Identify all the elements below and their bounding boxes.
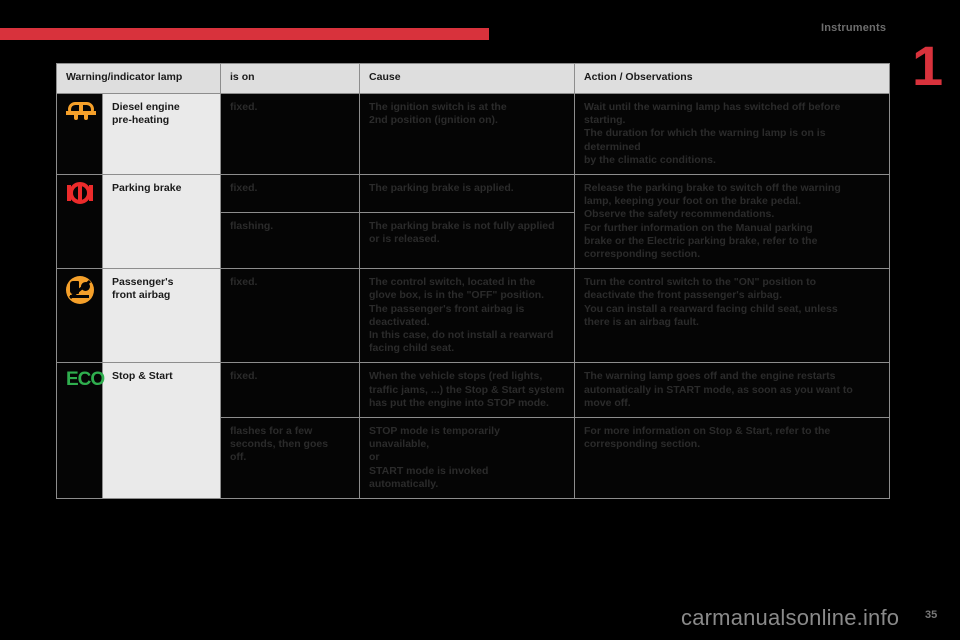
warning-lamps-table: Warning/indicator lamp is on Cause Actio… (55, 63, 891, 500)
chapter-number: 1 (912, 34, 943, 97)
page-number: 35 (925, 609, 938, 621)
is-on-cell: flashing. (220, 212, 361, 270)
section-title: Instruments (821, 22, 887, 34)
cause-cell: The control switch, located in the glove … (359, 268, 576, 364)
cause-cell: The ignition switch is at the 2nd positio… (359, 92, 576, 176)
parking-brake-icon (66, 182, 94, 205)
action-cell: Release the parking brake to switch off … (574, 174, 891, 270)
table-row: Diesel engine pre-heating fixed. The igniti… (56, 92, 891, 176)
lamp-name-cell: Diesel engine pre-heating (101, 92, 222, 176)
table-body: Diesel engine pre-heating fixed. The igniti… (56, 92, 891, 500)
eco-stop-start-icon: ECO (66, 369, 105, 391)
action-cell: Turn the control switch to the "ON" posi… (574, 268, 891, 364)
table-row: Parking brake fixed. The parking brake is … (56, 174, 891, 270)
lamp-icon-cell (56, 174, 103, 270)
column-header-lamp: Warning/indicator lamp (55, 63, 222, 94)
column-header-action: Action / Observations (574, 63, 891, 94)
is-on-cell: fixed. (220, 92, 361, 176)
table-header: Warning/indicator lamp is on Cause Actio… (55, 63, 891, 94)
header-red-rule (0, 28, 489, 40)
table-header-row: Warning/indicator lamp is on Cause Actio… (55, 63, 891, 94)
column-header-cause: Cause (359, 63, 576, 94)
lamp-icon-cell (56, 268, 103, 364)
action-cell: Wait until the warning lamp has switched… (574, 92, 891, 176)
is-on-cell: flashes for a few seconds, then goes off. (220, 417, 361, 500)
lamp-icon-cell (56, 92, 103, 176)
action-cell: For more information on Stop & Start, re… (574, 417, 891, 500)
table-row: ECO Stop & Start fixed. When the vehicle st… (56, 362, 891, 500)
table-row: Passenger's front airbag fixed. The control… (56, 268, 891, 364)
lamp-name-cell: Passenger's front airbag (101, 268, 222, 364)
glow-plug-icon (66, 101, 96, 121)
warning-lamps-table-wrapper: Warning/indicator lamp is on Cause Actio… (55, 63, 891, 500)
site-watermark: carmanualsonline.info (681, 605, 900, 630)
lamp-icon-cell: ECO (56, 362, 105, 500)
is-on-cell: fixed. (220, 268, 361, 364)
is-on-cell: fixed. (220, 174, 361, 214)
cause-cell: STOP mode is temporarily unavailable, or ST… (359, 417, 576, 500)
cause-cell: When the vehicle stops (red lights, traff… (359, 362, 576, 419)
is-on-cell: fixed. (220, 362, 361, 419)
lamp-name-cell: Stop & Start (101, 362, 222, 500)
action-cell: The warning lamp goes off and the engine… (574, 362, 891, 419)
lamp-name-cell: Parking brake (101, 174, 222, 270)
manual-page: Instruments 1 Warning/indicator lamp is … (0, 0, 960, 640)
cause-cell: The parking brake is applied. (359, 174, 576, 214)
passenger-airbag-off-icon (66, 276, 94, 305)
column-header-is-on: is on (220, 63, 361, 94)
cause-cell: The parking brake is not fully applied or… (359, 212, 576, 270)
